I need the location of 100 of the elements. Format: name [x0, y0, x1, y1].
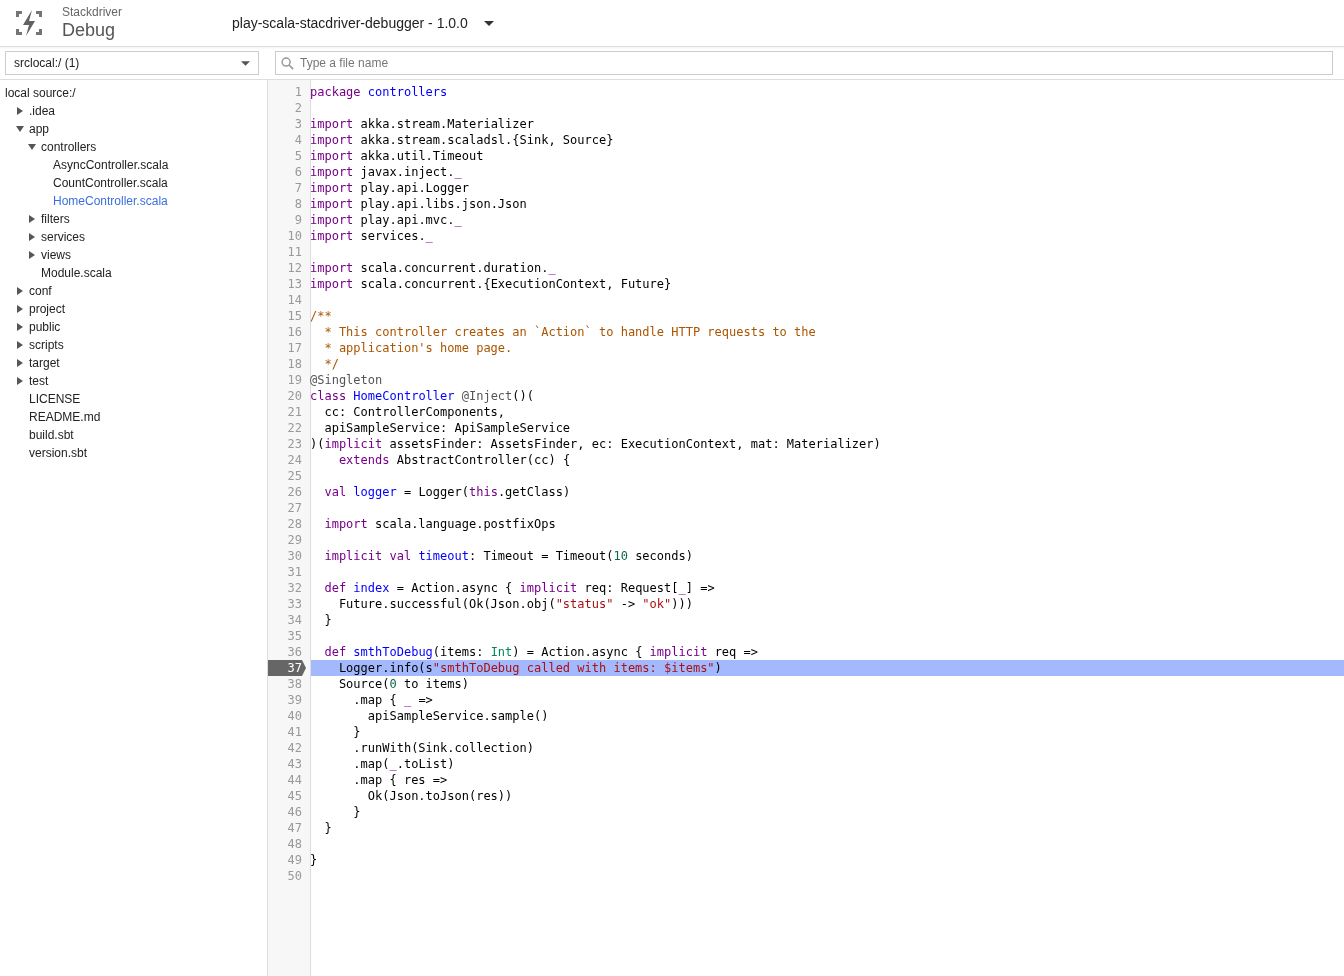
folder-item[interactable]: controllers	[41, 140, 97, 154]
collapsed-arrow-icon[interactable]	[16, 359, 24, 367]
folder-item[interactable]: filters	[41, 212, 70, 226]
code-line: cc: ControllerComponents,	[323, 404, 506, 420]
line-number: 30	[286, 548, 303, 564]
code-line: import play.api.libs.json.Json	[310, 196, 527, 212]
lightning-logo-icon	[15, 9, 43, 37]
line-number: 24	[286, 452, 303, 468]
code-line: import akka.stream.scaladsl.{Sink, Source}	[310, 132, 614, 148]
file-item[interactable]: LICENSE	[29, 392, 81, 406]
project-selector[interactable]: play-scala-stacdriver-debugger - 1.0.0	[232, 15, 494, 31]
file-item[interactable]: CountController.scala	[53, 176, 168, 190]
line-number: 39	[286, 692, 303, 708]
line-number: 1	[293, 84, 303, 100]
line-number: 33	[286, 596, 303, 612]
code-line: Source(0 to items)	[337, 676, 469, 692]
line-number: 44	[286, 772, 303, 788]
line-number: 7	[293, 180, 303, 196]
folder-item[interactable]: conf	[29, 284, 52, 298]
code-line: }	[310, 852, 318, 868]
collapsed-arrow-icon[interactable]	[16, 341, 24, 349]
collapsed-arrow-icon[interactable]	[16, 323, 24, 331]
line-number: 29	[286, 532, 303, 548]
line-number: 2	[293, 100, 303, 116]
line-number: 49	[286, 852, 303, 868]
collapsed-arrow-icon[interactable]	[28, 251, 36, 259]
code-line: import scala.language.postfixOps	[323, 516, 556, 532]
expanded-arrow-icon[interactable]	[28, 143, 36, 151]
file-item[interactable]: version.sbt	[29, 446, 88, 460]
line-number: 9	[293, 212, 303, 228]
line-number: 45	[286, 788, 303, 804]
line-number: 46	[286, 804, 303, 820]
code-line: .map { res =>	[352, 772, 448, 788]
file-item[interactable]: Module.scala	[41, 266, 112, 280]
code-line: class HomeController @Inject()(	[310, 388, 534, 404]
collapsed-arrow-icon[interactable]	[16, 305, 24, 313]
caret-icon	[241, 60, 250, 66]
collapsed-arrow-icon[interactable]	[16, 107, 24, 115]
code-line: .map { _ =>	[352, 692, 433, 708]
line-number: 17	[286, 340, 303, 356]
expanded-arrow-icon[interactable]	[16, 125, 24, 133]
tree-root[interactable]: local source:/	[0, 84, 267, 102]
code-line: extends AbstractController(cc) {	[337, 452, 571, 468]
folder-item[interactable]: test	[29, 374, 49, 388]
line-number: 8	[293, 196, 303, 212]
code-line: .runWith(Sink.collection)	[352, 740, 534, 756]
source-select[interactable]: srclocal:/ (1)	[5, 51, 259, 75]
line-number: 47	[286, 820, 303, 836]
line-number: 20	[286, 388, 303, 404]
collapsed-arrow-icon[interactable]	[28, 215, 36, 223]
folder-item[interactable]: project	[29, 302, 66, 316]
product-name: Stackdriver	[62, 5, 124, 19]
file-item[interactable]: HomeController.scala	[53, 194, 168, 208]
file-item[interactable]: AsyncController.scala	[53, 158, 169, 172]
line-number: 14	[286, 292, 303, 308]
folder-item[interactable]: target	[29, 356, 60, 370]
code-line: */	[323, 356, 339, 372]
code-line: import javax.inject._	[310, 164, 462, 180]
code-line: implicit val timeout: Timeout = Timeout(10 seconds)	[323, 548, 693, 564]
line-number: 40	[286, 708, 303, 724]
code-line: Logger.info(s"smthToDebug called with items: $items")	[337, 660, 722, 676]
code-line: import scala.concurrent.duration._	[310, 260, 556, 276]
folder-item[interactable]: services	[41, 230, 85, 244]
folder-item[interactable]: views	[41, 248, 71, 262]
collapsed-arrow-icon[interactable]	[16, 287, 24, 295]
line-number: 36	[286, 644, 303, 660]
code-line: def index = Action.async { implicit req: Request[_] =>	[323, 580, 715, 596]
code-line: * This controller creates an `Action` to handle HTTP requests to the	[323, 324, 816, 340]
line-number: 19	[286, 372, 303, 388]
line-number: 43	[286, 756, 303, 772]
folder-item[interactable]: scripts	[29, 338, 64, 352]
code-line: import play.api.Logger	[310, 180, 469, 196]
file-search-field[interactable]: Type a file name	[275, 51, 1333, 75]
line-number: 23	[286, 436, 303, 452]
line-number: 3	[293, 116, 303, 132]
file-item[interactable]: README.md	[29, 410, 101, 424]
line-number: 48	[286, 836, 303, 852]
collapsed-arrow-icon[interactable]	[28, 233, 36, 241]
folder-item[interactable]: public	[29, 320, 61, 334]
caret-icon	[483, 20, 494, 26]
line-number: 21	[286, 404, 303, 420]
code-line: )(implicit assetsFinder: AssetsFinder, ec: ExecutionContext, mat: Materializer)	[310, 436, 881, 452]
folder-item[interactable]: app	[29, 122, 50, 136]
code-line: * application's home page.	[323, 340, 513, 356]
code-line: import akka.stream.Materializer	[310, 116, 534, 132]
line-number: 35	[286, 628, 303, 644]
line-number: 4	[293, 132, 303, 148]
app-title: Debug	[62, 19, 117, 41]
code-line: }	[352, 804, 361, 820]
line-number: 6	[293, 164, 303, 180]
file-item[interactable]: build.sbt	[29, 428, 74, 442]
folder-item[interactable]: .idea	[29, 104, 56, 118]
line-number: 13	[286, 276, 303, 292]
code-line: apiSampleService: ApiSampleService	[323, 420, 571, 436]
code-line: /**	[310, 308, 332, 324]
line-number: 5	[293, 148, 303, 164]
code-line: package controllers	[310, 84, 448, 100]
code-line: Ok(Json.toJson(res))	[366, 788, 513, 804]
breakpoint-marker[interactable]: 37	[268, 660, 306, 676]
collapsed-arrow-icon[interactable]	[16, 377, 24, 385]
